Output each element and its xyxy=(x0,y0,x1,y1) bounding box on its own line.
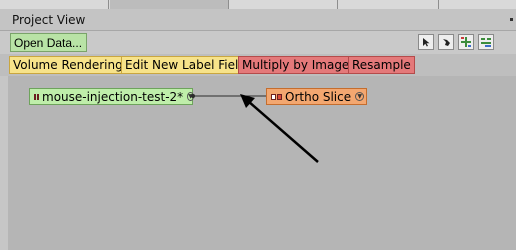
connection-start-dot xyxy=(191,94,195,98)
annotation-arrow-shaft xyxy=(247,100,319,163)
graph-overlay xyxy=(191,94,319,163)
